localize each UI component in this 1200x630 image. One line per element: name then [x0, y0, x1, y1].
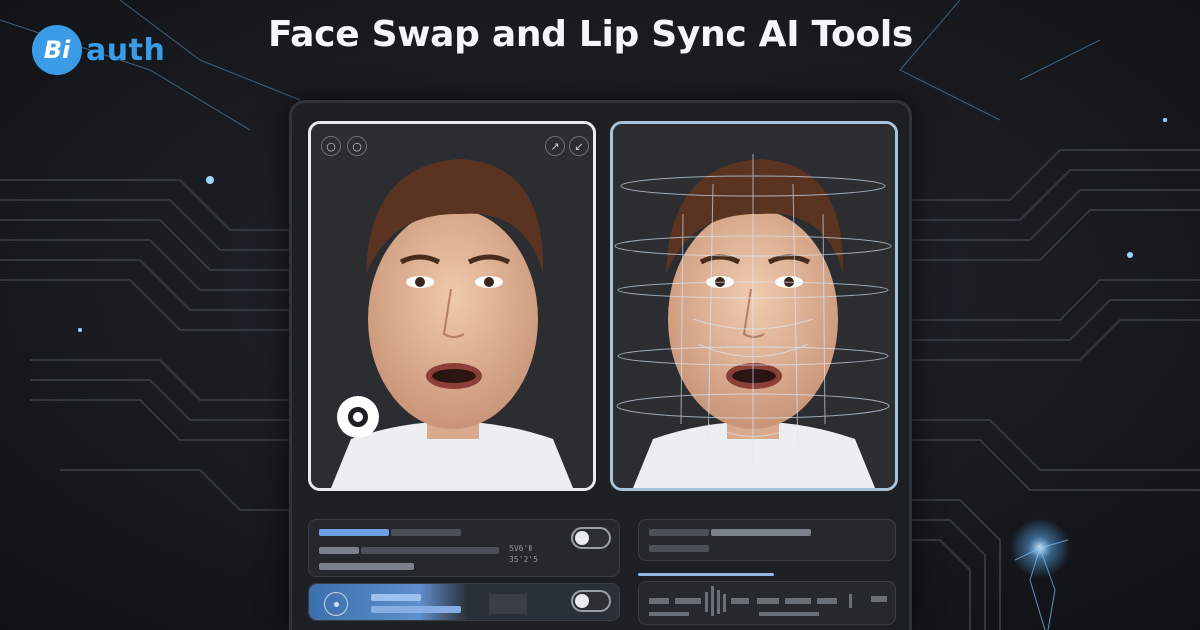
playback-toggle[interactable]	[571, 590, 611, 612]
setting-bar	[319, 563, 414, 570]
circle-icon[interactable]: ○	[321, 136, 341, 156]
brand-name: auth	[86, 32, 166, 68]
settings-toggle[interactable]	[571, 527, 611, 549]
setting-bar	[391, 529, 461, 536]
waveform-card[interactable]	[638, 581, 896, 625]
playback-bar	[489, 594, 527, 614]
app-window: ○ ○ ↗ ↙ 5V6'Ⅱ 35'2'5	[289, 100, 912, 630]
expand-arrow-icon[interactable]: ↗	[545, 136, 565, 156]
playback-card[interactable]	[308, 583, 620, 621]
timeline-progress[interactable]	[638, 573, 774, 576]
record-icon[interactable]	[337, 396, 379, 438]
info-bar	[711, 529, 811, 536]
target-video-panel[interactable]	[610, 121, 898, 491]
setting-readout: 5V6'Ⅱ	[509, 544, 533, 553]
swapped-face-image	[613, 124, 895, 488]
info-bar	[649, 529, 709, 536]
playback-bar	[371, 606, 461, 613]
brand-logo[interactable]: Bi auth	[32, 24, 165, 76]
info-card	[638, 519, 896, 561]
playback-bar	[371, 594, 421, 601]
collapse-arrow-icon[interactable]: ↙	[569, 136, 589, 156]
setting-label-bar	[319, 529, 389, 536]
play-button-icon[interactable]	[324, 592, 348, 616]
source-video-panel[interactable]: ○ ○ ↗ ↙	[308, 121, 596, 491]
setting-bar	[439, 547, 499, 554]
settings-card[interactable]: 5V6'Ⅱ 35'2'5	[308, 519, 620, 577]
page-title: Face Swap and Lip Sync AI Tools	[268, 14, 914, 55]
info-bar	[649, 545, 709, 552]
setting-bar	[319, 547, 359, 554]
circle-icon[interactable]: ○	[347, 136, 367, 156]
setting-readout: 35'2'5	[509, 555, 538, 564]
waveform	[649, 586, 887, 616]
brand-badge: Bi	[32, 25, 82, 75]
